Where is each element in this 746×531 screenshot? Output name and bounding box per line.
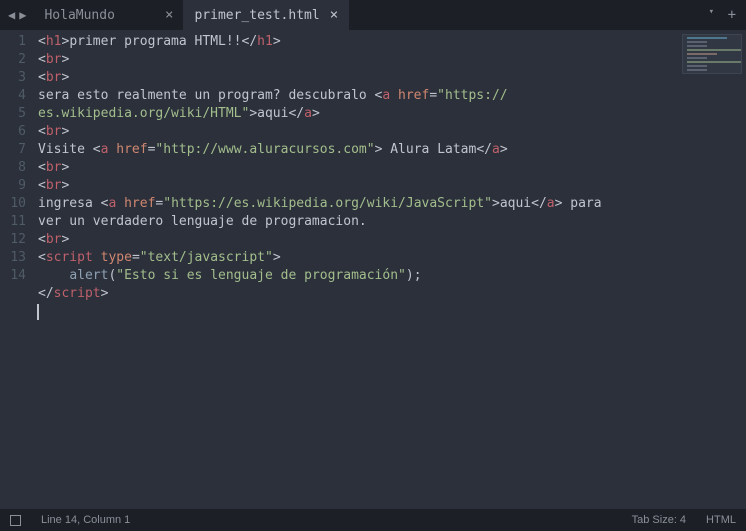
- code-line[interactable]: <br>: [38, 159, 746, 177]
- code-line[interactable]: alert("Esto si es lenguaje de programaci…: [38, 267, 746, 285]
- code-line[interactable]: <h1>primer programa HTML!!</h1>: [38, 33, 746, 51]
- tab-nav-arrows: ◀ ▶: [0, 0, 34, 30]
- code-area[interactable]: <h1>primer programa HTML!!</h1><br><br>s…: [38, 30, 746, 509]
- editor[interactable]: 1234567891011121314 <h1>primer programa …: [0, 30, 746, 509]
- code-line[interactable]: sera esto realmente un program? descubra…: [38, 87, 746, 105]
- status-cursor[interactable]: Line 14, Column 1: [41, 514, 130, 526]
- code-line[interactable]: <br>: [38, 69, 746, 87]
- code-line[interactable]: [38, 303, 746, 321]
- status-bar: Line 14, Column 1 Tab Size: 4 HTML: [0, 509, 746, 531]
- status-lang[interactable]: HTML: [706, 514, 736, 526]
- code-line[interactable]: ver un verdadero lenguaje de programacio…: [38, 213, 746, 231]
- code-line[interactable]: <br>: [38, 51, 746, 69]
- code-line[interactable]: <br>: [38, 177, 746, 195]
- tab-holaMundo[interactable]: HolaMundo ×: [34, 0, 184, 30]
- panel-icon[interactable]: [10, 515, 21, 526]
- code-line[interactable]: </script>: [38, 285, 746, 303]
- status-tabsize[interactable]: Tab Size: 4: [632, 514, 686, 526]
- code-line[interactable]: es.wikipedia.org/wiki/HTML">aqui</a>: [38, 105, 746, 123]
- tab-label: HolaMundo: [44, 8, 114, 23]
- code-line[interactable]: ingresa <a href="https://es.wikipedia.or…: [38, 195, 746, 213]
- close-icon[interactable]: ×: [155, 8, 173, 22]
- new-tab-icon[interactable]: +: [728, 7, 736, 23]
- tab-bar: ◀ ▶ HolaMundo × primer_test.html × ▾ +: [0, 0, 746, 30]
- close-icon[interactable]: ×: [320, 8, 338, 22]
- code-line[interactable]: <script type="text/javascript">: [38, 249, 746, 267]
- tabs-dropdown-icon[interactable]: ▾: [709, 7, 714, 17]
- next-tab-icon[interactable]: ▶: [19, 8, 26, 22]
- minimap[interactable]: [682, 34, 742, 74]
- code-line[interactable]: <br>: [38, 231, 746, 249]
- code-line[interactable]: Visite <a href="http://www.aluracursos.c…: [38, 141, 746, 159]
- prev-tab-icon[interactable]: ◀: [8, 8, 15, 22]
- text-cursor: [37, 304, 39, 320]
- tab-primer-test[interactable]: primer_test.html ×: [184, 0, 349, 30]
- gutter: 1234567891011121314: [0, 30, 38, 509]
- code-line[interactable]: <br>: [38, 123, 746, 141]
- tab-label: primer_test.html: [194, 8, 319, 23]
